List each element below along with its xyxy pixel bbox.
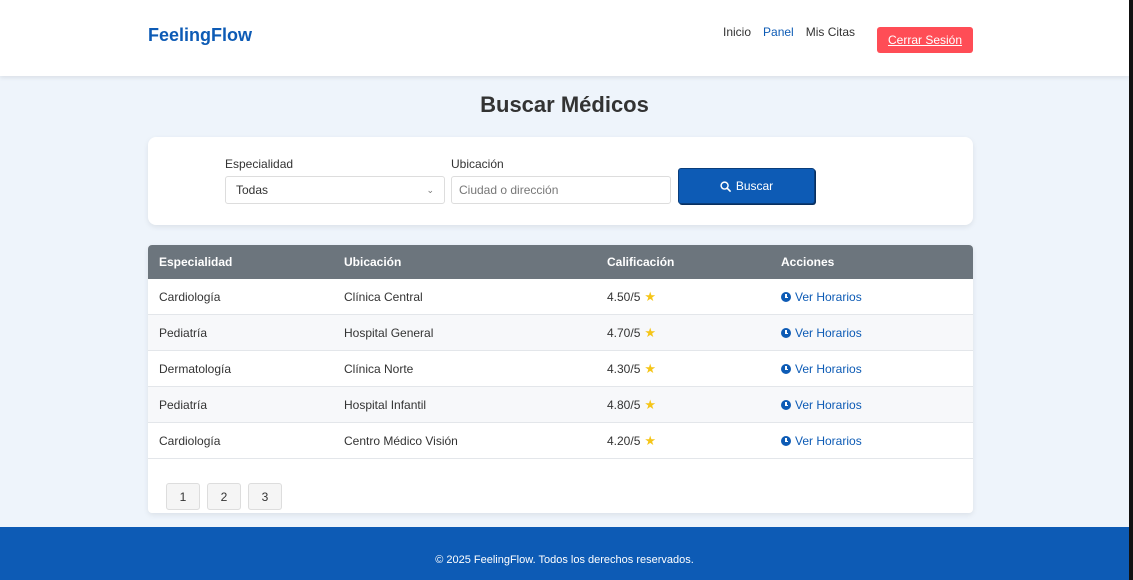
- star-icon: ★: [644, 397, 657, 412]
- row-specialty: Pediatría: [159, 325, 208, 340]
- row-rating: 4.50/5 ★: [607, 290, 656, 304]
- nav-link-panel[interactable]: Panel: [763, 25, 794, 39]
- search-button[interactable]: Buscar: [678, 168, 815, 204]
- header-acciones: Acciones: [781, 255, 835, 269]
- star-icon: ★: [644, 433, 657, 448]
- rating-value: 4.30/5: [607, 361, 641, 376]
- page-button-3[interactable]: 3: [248, 483, 282, 510]
- rating-value: 4.80/5: [607, 397, 641, 412]
- page-footer: © 2025 FeelingFlow. Todos los derechos r…: [0, 527, 1129, 580]
- star-icon: ★: [644, 289, 657, 304]
- row-specialty: Cardiología: [159, 433, 221, 448]
- ver-horarios-link[interactable]: Ver Horarios: [781, 362, 862, 376]
- pagination: 1 2 3: [166, 483, 282, 510]
- ver-horarios-link[interactable]: Ver Horarios: [781, 398, 862, 412]
- search-icon: [720, 180, 731, 192]
- table-row: Dermatología Clínica Norte 4.30/5 ★ Ver H…: [148, 351, 973, 387]
- header-especialidad: Especialidad: [159, 255, 233, 269]
- clock-icon: [781, 399, 791, 410]
- row-location: Centro Médico Visión: [344, 433, 458, 448]
- top-header: FeelingFlow Inicio Panel Mis Citas Cerra…: [0, 0, 1129, 76]
- ver-horarios-label: Ver Horarios: [795, 433, 862, 448]
- row-rating: 4.70/5 ★: [607, 326, 656, 340]
- header-calificacion: Calificación: [607, 255, 675, 269]
- clock-icon: [781, 363, 791, 374]
- search-form: Especialidad Todas ⌄ Ubicación Buscar: [148, 137, 973, 225]
- specialty-label: Especialidad: [225, 157, 294, 171]
- star-icon: ★: [644, 361, 657, 376]
- clock-icon: [781, 435, 791, 446]
- row-location: Clínica Central: [344, 289, 423, 304]
- page-button-1[interactable]: 1: [166, 483, 200, 510]
- table-row: Pediatría Hospital Infantil 4.80/5 ★ Ver …: [148, 387, 973, 423]
- ver-horarios-label: Ver Horarios: [795, 397, 862, 412]
- row-specialty: Dermatología: [159, 361, 232, 376]
- row-rating: 4.20/5 ★: [607, 434, 656, 448]
- table-row: Cardiología Centro Médico Visión 4.20/5 ★…: [148, 423, 973, 459]
- footer-copyright: © 2025 FeelingFlow. Todos los derechos r…: [435, 553, 694, 566]
- logout-button[interactable]: Cerrar Sesión: [877, 27, 973, 53]
- ver-horarios-label: Ver Horarios: [795, 289, 862, 304]
- location-input[interactable]: [451, 176, 671, 204]
- row-location: Hospital Infantil: [344, 397, 427, 412]
- header-ubicacion: Ubicación: [344, 255, 402, 269]
- row-rating: 4.80/5 ★: [607, 398, 656, 412]
- row-rating: 4.30/5 ★: [607, 362, 656, 376]
- ver-horarios-link[interactable]: Ver Horarios: [781, 434, 862, 448]
- search-button-label: Buscar: [735, 179, 774, 193]
- ver-horarios-label: Ver Horarios: [795, 325, 862, 340]
- row-location: Hospital General: [344, 325, 434, 340]
- ver-horarios-link[interactable]: Ver Horarios: [781, 290, 862, 304]
- specialty-selected-value: Todas: [236, 183, 269, 197]
- page-button-2[interactable]: 2: [207, 483, 241, 510]
- window-edge: [1129, 0, 1133, 580]
- doctors-table: Especialidad Ubicación Calificación Acci…: [148, 245, 973, 513]
- table-header: Especialidad Ubicación Calificación Acci…: [148, 245, 973, 279]
- rating-value: 4.20/5: [607, 433, 641, 448]
- rating-value: 4.70/5: [607, 325, 641, 340]
- table-row: Cardiología Clínica Central 4.50/5 ★ Ver …: [148, 279, 973, 315]
- nav-link-mis-citas[interactable]: Mis Citas: [806, 25, 855, 39]
- nav-link-inicio[interactable]: Inicio: [723, 25, 751, 39]
- rating-value: 4.50/5: [607, 289, 641, 304]
- specialty-select[interactable]: Todas ⌄: [225, 176, 445, 204]
- row-location: Clínica Norte: [344, 361, 414, 376]
- row-specialty: Cardiología: [159, 289, 221, 304]
- ver-horarios-label: Ver Horarios: [795, 361, 862, 376]
- page-title: Buscar Médicos: [480, 92, 649, 117]
- ver-horarios-link[interactable]: Ver Horarios: [781, 326, 862, 340]
- row-specialty: Pediatría: [159, 397, 208, 412]
- star-icon: ★: [644, 325, 657, 340]
- main-nav: Inicio Panel Mis Citas: [723, 25, 855, 39]
- clock-icon: [781, 327, 791, 338]
- table-row: Pediatría Hospital General 4.70/5 ★ Ver H…: [148, 315, 973, 351]
- clock-icon: [781, 291, 791, 302]
- brand-logo[interactable]: FeelingFlow: [148, 25, 252, 46]
- chevron-down-icon: ⌄: [426, 184, 434, 195]
- location-label: Ubicación: [451, 157, 504, 171]
